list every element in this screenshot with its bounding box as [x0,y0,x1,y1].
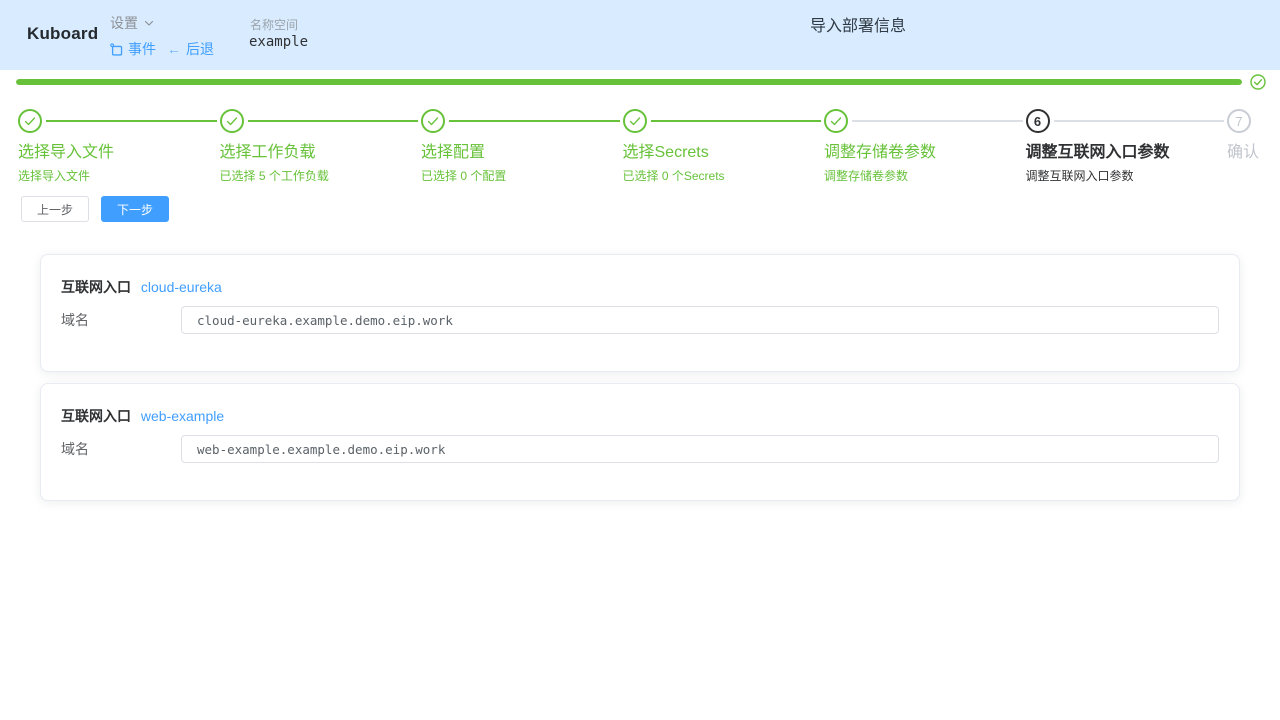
step-4-check-icon [623,109,647,133]
step-3-select-configs: 选择配置 已选择 0 个配置 [421,109,623,183]
step-2-select-workloads: 选择工作负载 已选择 5 个工作负载 [220,109,422,183]
namespace-label: 名称空间 [250,16,298,33]
domain-input[interactable] [181,435,1219,463]
ingress-name-link[interactable]: web-example [141,408,224,424]
back-label: 后退 [186,39,214,59]
namespace-value: example [249,34,308,50]
step-4-select-secrets: 选择Secrets 已选择 0 个Secrets [623,109,825,183]
prev-step-button[interactable]: 上一步 [21,196,89,222]
ingress-card-cloud-eureka: 互联网入口 cloud-eureka 域名 [40,254,1240,372]
domain-form-row: 域名 [61,306,1219,334]
step-description: 调整互联网入口参数 [1026,169,1228,183]
domain-form-row: 域名 [61,435,1219,463]
step-description: 已选择 0 个Secrets [623,169,825,183]
progress-fill [16,79,1242,85]
chevron-down-icon [143,17,155,29]
app-header: Kuboard 设置 事件 ← 后退 名称空间 example 导入部署信息 [0,0,1280,70]
ingress-section-label: 互联网入口 [61,279,131,295]
page-title: 导入部署信息 [810,12,906,36]
step-7-number: 7 [1227,109,1251,133]
settings-label: 设置 [110,13,138,33]
wizard-actions: 上一步 下一步 [21,196,1280,222]
step-6-number: 6 [1026,109,1050,133]
step-description: 调整存储卷参数 [824,169,1026,183]
header-links: 事件 ← 后退 [110,39,214,59]
step-1-select-import-file: 选择导入文件 选择导入文件 [18,109,220,183]
back-link[interactable]: ← 后退 [167,39,214,59]
arrow-left-icon: ← [167,41,181,57]
circle-check-icon [1250,74,1266,90]
domain-input[interactable] [181,306,1219,334]
settings-menu[interactable]: 设置 [110,13,155,33]
ingress-name-link[interactable]: cloud-eureka [141,279,222,295]
next-step-button[interactable]: 下一步 [101,196,169,222]
domain-label: 域名 [61,306,181,334]
domain-label: 域名 [61,435,181,463]
kuboard-logo[interactable]: Kuboard [27,24,98,44]
step-title: 选择导入文件 [18,144,220,161]
step-title: 选择工作负载 [220,144,422,161]
progress-track [16,79,1242,85]
step-5-adjust-volumes: 调整存储卷参数 调整存储卷参数 [824,109,1026,183]
wizard-steps: 选择导入文件 选择导入文件 选择工作负载 已选择 5 个工作负载 选择配置 已选… [0,90,1280,183]
ingress-card-header: 互联网入口 web-example [61,407,1219,426]
step-title: 确认 [1227,144,1259,161]
import-progress-bar [16,74,1266,90]
step-title: 选择配置 [421,144,623,161]
step-connector [852,120,1023,122]
step-title: 调整存储卷参数 [824,144,1026,161]
step-description: 选择导入文件 [18,169,220,183]
step-3-check-icon [421,109,445,133]
step-5-check-icon [824,109,848,133]
events-link[interactable]: 事件 [110,39,156,59]
step-6-adjust-ingress: 6 调整互联网入口参数 调整互联网入口参数 [1026,109,1228,183]
step-connector [651,120,822,122]
ingress-card-header: 互联网入口 cloud-eureka [61,278,1219,297]
step-7-confirm: 7 确认 [1227,109,1259,183]
step-connector [248,120,419,122]
ingress-card-web-example: 互联网入口 web-example 域名 [40,383,1240,501]
step-1-check-icon [18,109,42,133]
events-icon [110,43,123,56]
step-connector [1054,120,1225,122]
step-description: 已选择 5 个工作负载 [220,169,422,183]
step-title: 调整互联网入口参数 [1026,144,1228,161]
step-description: 已选择 0 个配置 [421,169,623,183]
step-title: 选择Secrets [623,144,825,161]
ingress-section-label: 互联网入口 [61,408,131,424]
step-connector [449,120,620,122]
step-connector [46,120,217,122]
events-label: 事件 [128,39,156,59]
step-2-check-icon [220,109,244,133]
